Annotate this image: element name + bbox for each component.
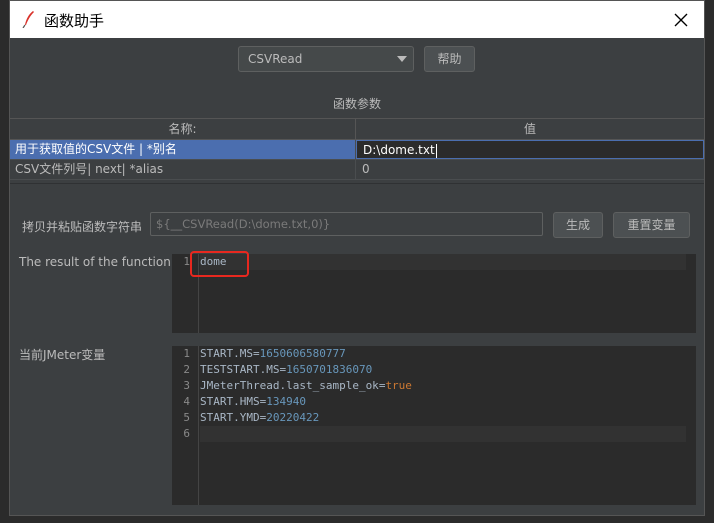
- param-name[interactable]: 用于获取值的CSV文件 | *别名: [10, 140, 356, 159]
- var-key: JMeterThread.last_sample_ok: [200, 379, 379, 392]
- var-value: 20220422: [266, 411, 320, 424]
- close-button[interactable]: [658, 1, 704, 38]
- var-line-current: [200, 426, 686, 442]
- reset-variables-button[interactable]: 重置变量: [613, 212, 690, 238]
- text-caret: [435, 143, 437, 158]
- close-icon: [674, 13, 688, 26]
- var-value: 134940: [266, 395, 306, 408]
- var-key: START.YMD: [200, 411, 260, 424]
- var-key: TESTSTART.MS: [200, 363, 280, 376]
- params-section-title: 函数参数: [332, 97, 381, 111]
- result-line: dome: [200, 254, 686, 270]
- line-gutter: 1 2 3 4 5 6: [172, 346, 198, 505]
- var-line: START.HMS=134940: [200, 395, 306, 408]
- line-number: 1: [183, 347, 190, 360]
- divider: [10, 183, 704, 184]
- line-number: 2: [183, 363, 190, 376]
- background-fragment: [125, 516, 345, 523]
- function-select-value: CSVRead: [248, 52, 303, 66]
- var-line: START.YMD=20220422: [200, 411, 320, 424]
- param-name[interactable]: CSV文件列号| next| *alias: [10, 160, 356, 179]
- param-value-input[interactable]: D:\dome.txt: [356, 140, 704, 159]
- annotation-highlight: [190, 251, 249, 277]
- param-value[interactable]: 0: [356, 160, 704, 179]
- chevron-down-icon: [397, 56, 407, 62]
- jmeter-vars-label: 当前JMeter变量: [19, 348, 106, 362]
- var-line: JMeterThread.last_sample_ok=true: [200, 379, 412, 392]
- table-header: 名称: 值: [10, 118, 704, 140]
- var-key: START.MS: [200, 347, 253, 360]
- header-name[interactable]: 名称:: [10, 119, 356, 140]
- var-key: START.HMS: [200, 395, 260, 408]
- window-title: 函数助手: [44, 12, 105, 30]
- line-number: 6: [183, 427, 190, 440]
- line-number: 4: [183, 395, 190, 408]
- var-value: true: [385, 379, 412, 392]
- table-row[interactable]: 用于获取值的CSV文件 | *别名 D:\dome.txt: [10, 140, 704, 160]
- gutter-divider: [198, 346, 199, 505]
- var-value: 1650606580777: [259, 347, 346, 360]
- title-bar: 函数助手: [10, 1, 704, 38]
- line-number: 3: [183, 379, 190, 392]
- generate-button[interactable]: 生成: [553, 212, 603, 238]
- vars-code: START.MS=1650606580777 TESTSTART.MS=1650…: [200, 346, 686, 442]
- line-number: 5: [183, 411, 190, 424]
- jmeter-feather-icon: [22, 11, 34, 28]
- function-string-field[interactable]: ${__CSVRead(D:\dome.txt,0)}: [150, 212, 543, 236]
- table-row[interactable]: CSV文件列号| next| *alias 0: [10, 160, 704, 180]
- var-line: TESTSTART.MS=1650701836070: [200, 363, 373, 376]
- help-button[interactable]: 帮助: [424, 46, 475, 72]
- header-value[interactable]: 值: [356, 119, 704, 140]
- vars-editor[interactable]: 1 2 3 4 5 6 START.MS=1650606580777 TESTS…: [172, 346, 696, 505]
- result-editor[interactable]: 1 dome: [172, 254, 696, 333]
- function-select[interactable]: CSVRead: [238, 46, 414, 72]
- result-label: The result of the function is: [19, 255, 185, 269]
- result-code: dome: [200, 254, 686, 270]
- var-value: 1650701836070: [286, 363, 373, 376]
- var-line: START.MS=1650606580777: [200, 347, 346, 360]
- copy-paste-label: 拷贝并粘贴函数字符串: [22, 220, 143, 234]
- function-helper-dialog: 函数助手 CSVRead 帮助 函数参数 名称: 值 用于获取值的CSV文件 |…: [9, 0, 705, 516]
- param-value-text: D:\dome.txt: [363, 143, 435, 157]
